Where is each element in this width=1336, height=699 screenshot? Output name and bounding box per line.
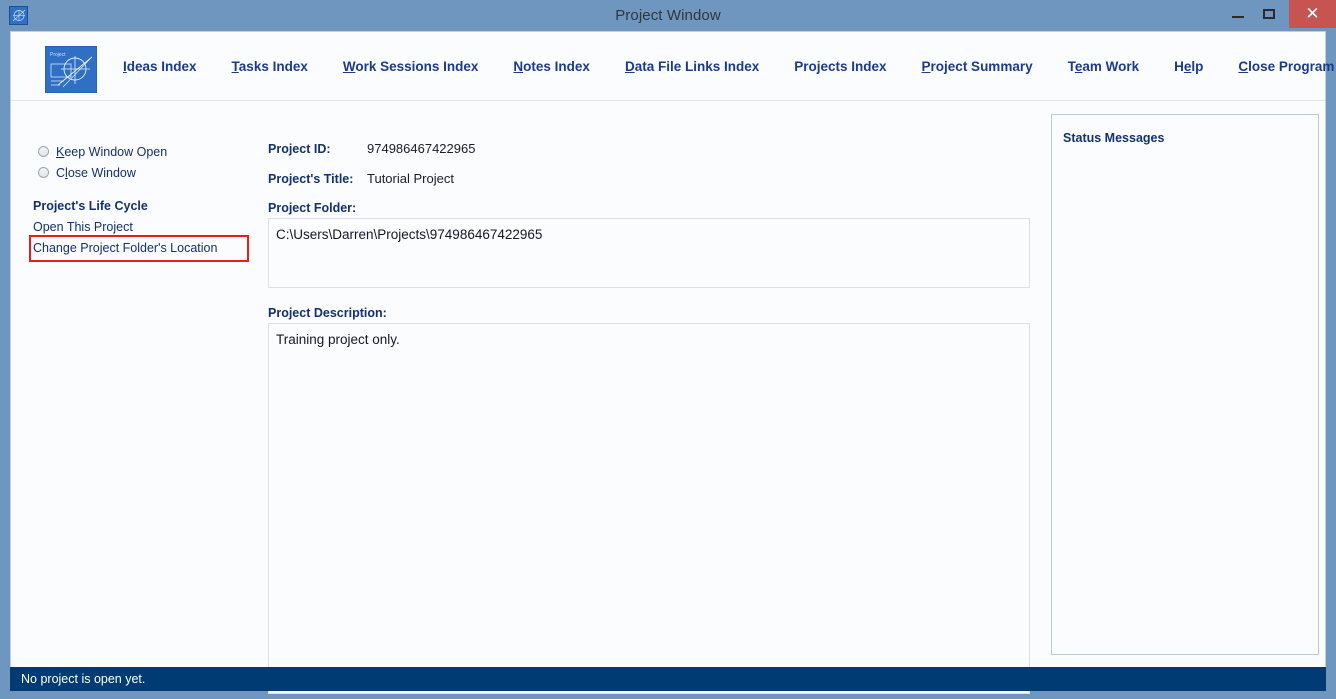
header-bar: Project Ideas Index Tasks Index Work Ses… [11,32,1334,101]
radio-label-close-window: Close Window [56,165,136,180]
project-title-value: Tutorial Project [367,171,454,186]
radio-label-keep-window-open: Keep Window Open [56,144,168,159]
menu-item-close-program[interactable]: Close Program [1238,55,1334,78]
menu-item-team-work[interactable]: Team Work [1068,55,1140,78]
client-area: Project Ideas Index Tasks Index Work Ses… [10,31,1334,694]
project-id-label: Project ID: [268,142,331,156]
close-button[interactable]: ✕ [1289,0,1336,28]
status-messages-legend: Status Messages [1059,131,1169,145]
project-description-textbox[interactable]: Training project only. [268,323,1030,694]
project-id-value: 974986467422965 [367,141,476,156]
project-window: Project Window ✕ Project Ideas Index Tas… [0,0,1336,699]
radio-icon [38,167,49,178]
menu-item-project-summary[interactable]: Project Summary [922,55,1033,78]
project-title-label: Project's Title: [268,172,354,186]
main-menu: Ideas Index Tasks Index Work Sessions In… [123,32,1334,101]
maximize-icon [1262,9,1275,19]
project-folder-label: Project Folder: [268,201,357,215]
menu-item-notes-index[interactable]: Notes Index [513,55,590,78]
menu-item-projects-index[interactable]: Projects Index [794,55,886,78]
minimize-icon [1231,16,1244,18]
menu-item-help[interactable]: Help [1174,55,1203,78]
radio-close-window[interactable]: Close Window [38,164,136,181]
project-description-label: Project Description: [268,306,387,320]
left-sidebar: Keep Window Open Close Window Project's … [11,102,259,667]
project-folder-textbox[interactable]: C:\Users\Darren\Projects\974986467422965 [268,218,1030,288]
menu-item-tasks-index[interactable]: Tasks Index [232,55,308,78]
status-messages-panel[interactable] [1051,114,1319,655]
app-logo-icon: Project [45,46,97,93]
maximize-button[interactable] [1246,0,1291,28]
menu-item-work-sessions-index[interactable]: Work Sessions Index [343,55,479,78]
radio-keep-window-open[interactable]: Keep Window Open [38,143,167,160]
sidebar-item-open-this-project[interactable]: Open This Project [33,220,133,234]
sidebar-item-change-project-folder-location[interactable]: Change Project Folder's Location [33,241,217,255]
svg-text:Project: Project [50,52,66,58]
menu-item-ideas-index[interactable]: Ideas Index [123,55,197,78]
project-form: Project ID: 974986467422965 Project's Ti… [259,102,1041,694]
menu-item-data-file-links-index[interactable]: Data File Links Index [625,55,759,78]
title-bar: Project Window ✕ [0,0,1336,31]
close-icon: ✕ [1305,4,1320,24]
window-title: Project Window [615,7,721,24]
sidebar-section-title: Project's Life Cycle [33,199,148,213]
status-bar: No project is open yet. [10,667,1326,691]
status-messages-group: Status Messages [1041,102,1319,655]
radio-icon [38,146,49,157]
status-bar-text: No project is open yet. [21,672,146,686]
